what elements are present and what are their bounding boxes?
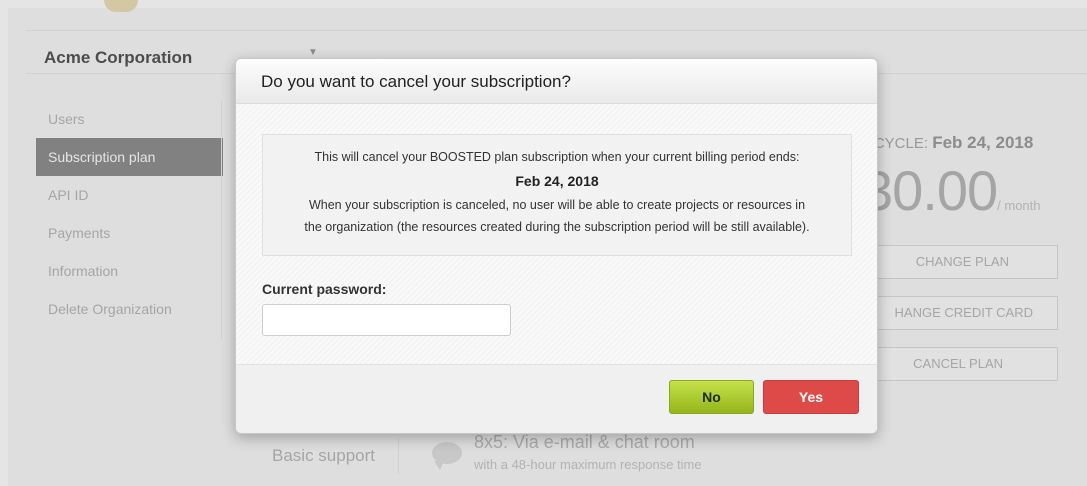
- notice-line-4: the organization (the resources created …: [304, 220, 810, 234]
- dialog-footer: No Yes: [236, 364, 877, 433]
- current-password-input[interactable]: [262, 304, 511, 336]
- dialog-body: This will cancel your BOOSTED plan subsc…: [236, 104, 877, 364]
- notice-date: Feb 24, 2018: [515, 173, 599, 189]
- no-button[interactable]: No: [669, 380, 754, 414]
- cancel-subscription-dialog: Do you want to cancel your subscription?…: [235, 58, 878, 434]
- notice-line-3: When your subscription is canceled, no u…: [308, 198, 806, 212]
- dialog-header: Do you want to cancel your subscription?: [236, 59, 877, 104]
- yes-button[interactable]: Yes: [763, 380, 859, 414]
- current-password-label: Current password:: [262, 281, 387, 297]
- notice-line-1: This will cancel your BOOSTED plan subsc…: [314, 150, 800, 164]
- dialog-title: Do you want to cancel your subscription?: [261, 72, 571, 91]
- cancellation-notice: This will cancel your BOOSTED plan subsc…: [262, 134, 852, 256]
